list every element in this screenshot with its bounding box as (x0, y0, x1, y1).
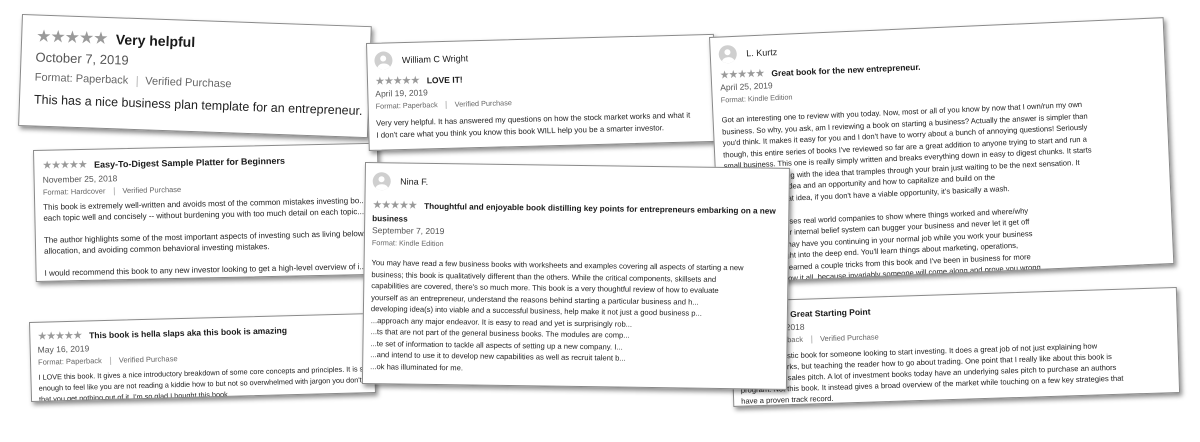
review-card-great-starting-point: ★★★★★ Great Starting Point October 30, 2… (730, 286, 1181, 407)
review-body: Very very helpful. It has answered my qu… (376, 109, 716, 142)
review-card-nina-f: Nina F. ★★★★★ Thoughtful and enjoyable b… (361, 162, 790, 390)
review-card-hella-slaps: ★★★★★ This book is hella slaps aka this … (29, 312, 376, 402)
format-label: Format: Paperback (375, 100, 438, 112)
reviewer-name: Nina F. (400, 176, 429, 187)
star-rating-icon: ★★★★★ (42, 158, 87, 172)
verified-purchase-badge: Verified Purchase (819, 332, 879, 344)
format-label: Format: Paperback (37, 356, 102, 367)
review-title: Very helpful (115, 31, 196, 51)
review-card-very-helpful: ★★★★★ Very helpful October 7, 2019 Forma… (18, 14, 372, 139)
review-card-william-c-wright: William C Wright ★★★★★ LOVE IT! April 19… (366, 33, 717, 151)
review-title: Thoughtful and enjoyable book distilling… (424, 202, 776, 216)
format-label: Format: Hardcover (42, 186, 106, 197)
star-rating-icon: ★★★★★ (372, 199, 417, 212)
reviewer-avatar (372, 172, 391, 191)
review-card-easy-to-digest: ★★★★★ Easy-To-Digest Sample Platter for … (33, 142, 381, 282)
verified-purchase-badge: Verified Purchase (145, 75, 232, 91)
verified-purchase-badge: Verified Purchase (454, 98, 513, 109)
format-label: Format: Kindle Edition (720, 92, 793, 105)
review-body: This book is extremely well-written and … (43, 195, 380, 279)
reviewer-avatar (718, 44, 738, 64)
star-rating-icon: ★★★★★ (35, 26, 108, 48)
reviewer-avatar (374, 51, 393, 70)
review-body: This is a fantastic book for someone loo… (740, 338, 1180, 407)
verified-purchase-badge: Verified Purchase (118, 354, 178, 365)
review-title: Great Starting Point (790, 306, 871, 320)
review-body: I LOVE this book. It gives a nice introd… (38, 363, 376, 402)
verified-purchase-badge: Verified Purchase (122, 184, 182, 196)
format-label: Format: Kindle Edition (371, 238, 444, 249)
format-label: Format: Paperback (34, 71, 129, 87)
review-title: LOVE IT! (426, 74, 463, 86)
review-title: Easy-To-Digest Sample Platter for Beginn… (93, 155, 286, 170)
reviewer-name: L. Kurtz (745, 47, 778, 59)
star-rating-icon: ★★★★★ (37, 329, 82, 343)
reviewer-name: William C Wright (401, 53, 469, 66)
review-body: You may have read a few business books w… (370, 257, 788, 378)
star-rating-icon: ★★★★★ (374, 74, 420, 89)
